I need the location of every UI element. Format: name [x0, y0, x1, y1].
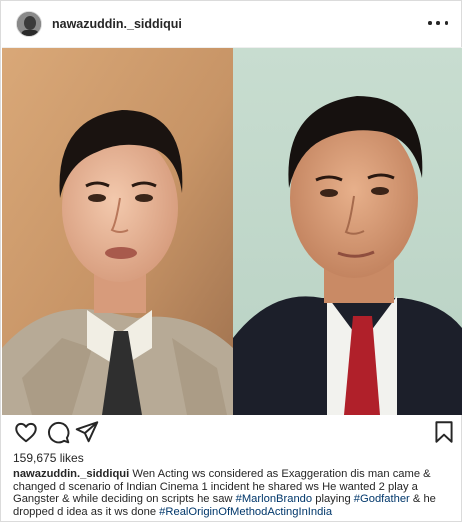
more-options-icon[interactable]: [428, 14, 448, 32]
left-portrait: [2, 48, 233, 415]
bookmark-icon[interactable]: [431, 419, 457, 445]
hashtag-marlonbrando[interactable]: #MarlonBrando: [236, 493, 313, 505]
post-actions: [1, 419, 462, 451]
comment-icon[interactable]: [45, 419, 71, 445]
post-image[interactable]: [2, 48, 462, 415]
right-portrait: [233, 48, 462, 415]
post-caption: nawazuddin._siddiqui Wen Acting ws consi…: [13, 468, 455, 518]
post-username[interactable]: nawazuddin._siddiqui: [52, 17, 182, 31]
post-card: nawazuddin._siddiqui 159,675 likes nawaz…: [0, 0, 462, 522]
caption-username[interactable]: nawazuddin._siddiqui: [13, 468, 129, 480]
hashtag-godfather[interactable]: #Godfather: [354, 493, 410, 505]
hashtag-realoriginofmethodactinginindia[interactable]: #RealOriginOfMethodActingInIndia: [159, 506, 332, 518]
caption-text: playing: [312, 493, 354, 506]
post-header: nawazuddin._siddiqui: [2, 2, 462, 48]
avatar[interactable]: [16, 11, 42, 37]
like-count[interactable]: 159,675 likes: [13, 451, 84, 465]
heart-icon[interactable]: [13, 419, 39, 445]
share-icon[interactable]: [74, 419, 100, 445]
